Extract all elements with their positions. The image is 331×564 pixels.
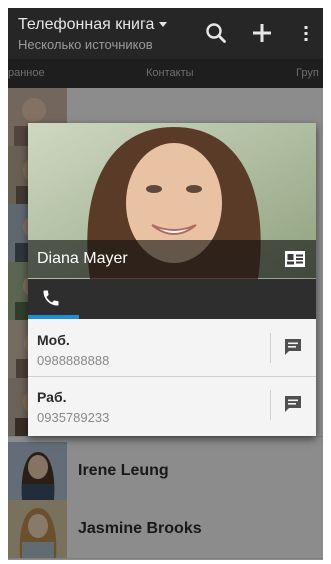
dropdown-caret-icon: [159, 22, 168, 28]
overflow-menu-icon[interactable]: [300, 21, 312, 45]
phone-entry-work[interactable]: Раб. 0935789233: [28, 377, 316, 433]
tab-phone[interactable]: [28, 279, 79, 319]
message-icon[interactable]: [283, 394, 303, 414]
name-bar: Diana Mayer: [28, 240, 316, 278]
phone-number: 0988888888: [37, 353, 110, 368]
vcard-icon[interactable]: [284, 250, 306, 268]
contact-name: Diana Mayer: [37, 250, 128, 267]
phone-number: 0935789233: [37, 410, 110, 425]
phone-icon: [43, 290, 59, 306]
phonebook-screen: Телефонная книга Несколько источников ра…: [8, 8, 323, 560]
divider: [270, 390, 271, 420]
phone-type-label: Раб.: [37, 389, 67, 405]
quick-contact-card: Diana Mayer Моб. 0988888888 Раб. 0935789…: [28, 123, 316, 436]
card-tab-bar: [28, 279, 316, 319]
app-title-dropdown[interactable]: Телефонная книга: [18, 16, 168, 34]
message-icon[interactable]: [283, 337, 303, 357]
search-icon[interactable]: [204, 21, 228, 45]
phone-entry-mobile[interactable]: Моб. 0988888888: [28, 320, 316, 376]
source-subtitle: Несколько источников: [18, 37, 153, 52]
app-title: Телефонная книга: [18, 16, 155, 33]
action-bar: Телефонная книга Несколько источников: [8, 8, 323, 59]
tab-indicator: [28, 315, 79, 319]
add-icon[interactable]: [250, 21, 274, 45]
divider: [270, 333, 271, 363]
phone-type-label: Моб.: [37, 332, 70, 348]
